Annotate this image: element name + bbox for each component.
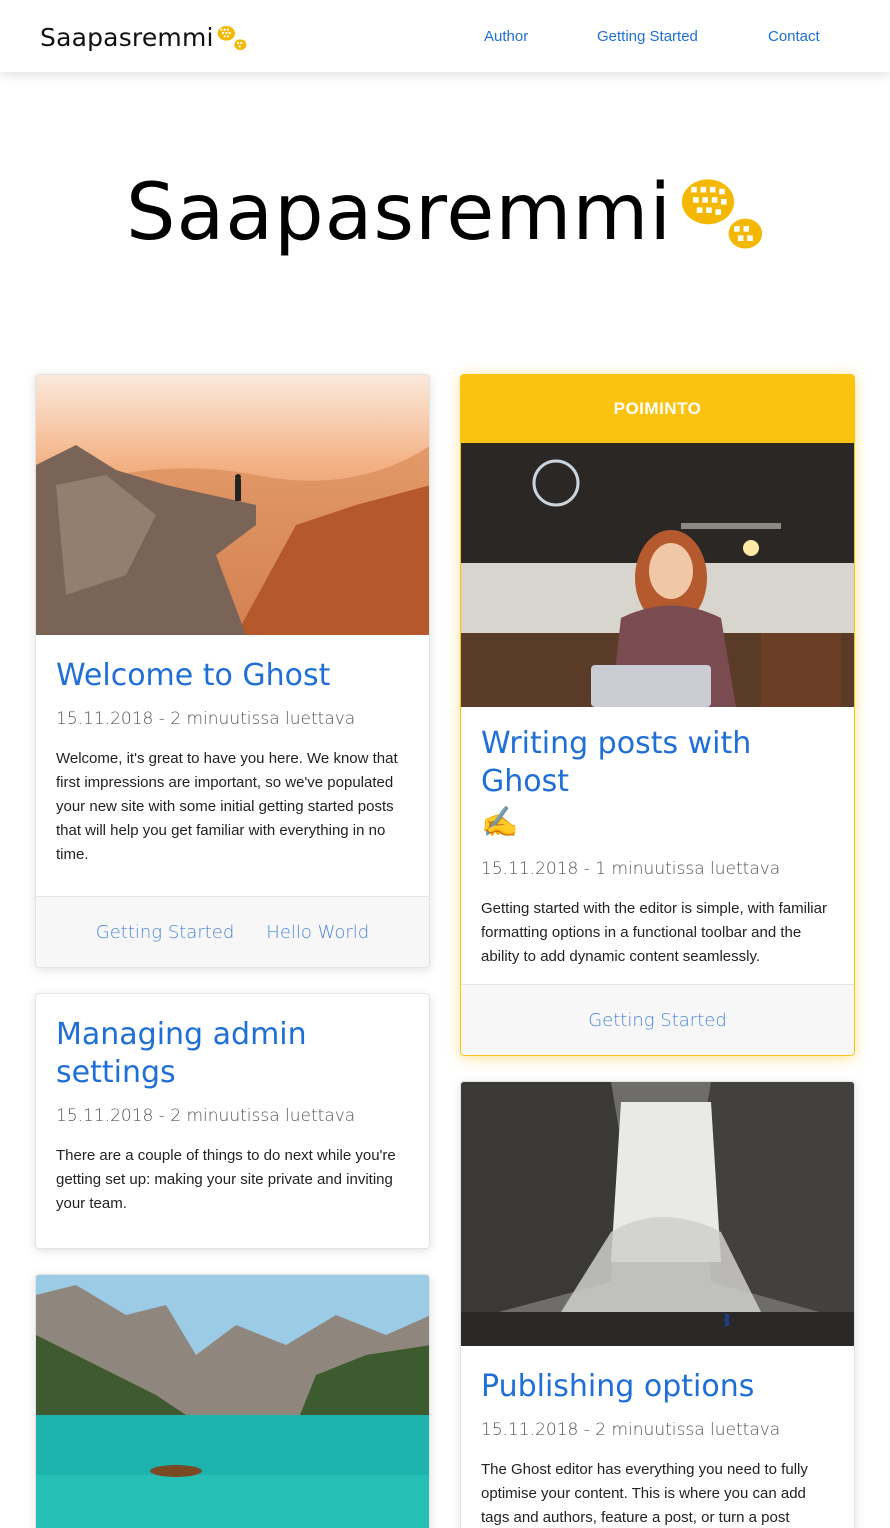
boot-print-icon (217, 26, 247, 50)
post-title-link[interactable]: Welcome to Ghost (56, 657, 409, 695)
post-image-cliff[interactable] (36, 375, 429, 635)
post-meta: 15.11.2018 - 2 minuutissa luettava (56, 709, 356, 729)
post-image-cafe[interactable] (461, 443, 854, 707)
post-image-lake[interactable] (36, 1275, 429, 1528)
tag-link-getting-started[interactable]: Getting Started (588, 1010, 727, 1031)
post-card-admin-settings: Managing admin settings 15.11.2018 - 2 m… (35, 993, 430, 1249)
post-tags-footer: Getting Started Hello World (36, 896, 429, 967)
nav-link-getting-started[interactable]: Getting Started (597, 28, 698, 45)
post-meta: 15.11.2018 - 1 minuutissa luettava (481, 859, 781, 879)
post-image-waterfall[interactable] (461, 1082, 854, 1346)
nav-link-contact[interactable]: Contact (768, 28, 820, 45)
post-title-link[interactable]: Writing posts with Ghost ✍️ (481, 725, 834, 845)
boot-print-icon (681, 179, 763, 249)
nav-brand-logo[interactable]: Saapasremmi (40, 22, 247, 52)
post-title-link[interactable]: Publishing options (481, 1368, 834, 1406)
post-card-welcome: Welcome to Ghost 15.11.2018 - 2 minuutis… (35, 374, 430, 968)
post-excerpt: Welcome, it's great to have you here. We… (56, 750, 398, 863)
post-title-text: Writing posts with Ghost (481, 726, 752, 799)
writing-hand-emoji: ✍️ (481, 805, 519, 840)
post-card-writing-featured: POIMINTO Writing posts with Ghost ✍️ 15.… (460, 374, 855, 1056)
post-tags-footer: Getting Started (461, 984, 854, 1055)
nav-link-author[interactable]: Author (484, 28, 528, 45)
featured-banner: POIMINTO (461, 375, 854, 443)
top-navbar: Saapasremmi Author Getting Started Conta… (0, 0, 890, 72)
post-excerpt: There are a couple of things to do next … (56, 1147, 396, 1212)
post-meta: 15.11.2018 - 2 minuutissa luettava (56, 1106, 356, 1126)
nav-brand-text: Saapasremmi (40, 22, 214, 52)
post-card-publishing: Publishing options 15.11.2018 - 2 minuut… (460, 1081, 855, 1528)
post-card-lake (35, 1274, 430, 1528)
hero-logo: Saapasremmi (0, 160, 890, 270)
post-meta: 15.11.2018 - 2 minuutissa luettava (481, 1420, 781, 1440)
post-excerpt: Getting started with the editor is simpl… (481, 900, 827, 965)
tag-link-getting-started[interactable]: Getting Started (96, 922, 235, 943)
tag-link-hello-world[interactable]: Hello World (266, 922, 369, 943)
hero-brand-text: Saapasremmi (125, 168, 673, 258)
post-title-link[interactable]: Managing admin settings (56, 1016, 346, 1092)
post-excerpt: The Ghost editor has everything you need… (481, 1461, 808, 1526)
